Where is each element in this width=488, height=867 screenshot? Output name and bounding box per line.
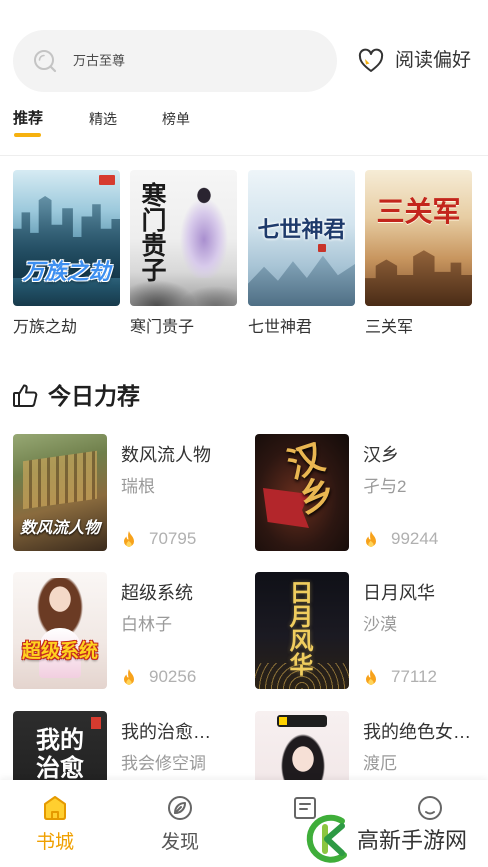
fire-icon [121, 668, 137, 686]
book-author: 沙漠 [363, 615, 397, 634]
book-card[interactable]: 日月风华 日月风华 沙漠 77112 [255, 572, 485, 690]
fire-icon [363, 668, 379, 686]
cover-title: 万族之劫 [22, 259, 111, 284]
book-cover[interactable]: 万族之劫 [13, 170, 120, 306]
book-cover[interactable]: 超级系统 [13, 572, 107, 689]
search-bar[interactable]: 万古至尊 [13, 30, 337, 92]
cover-title: 超级系统 [21, 641, 98, 662]
nav-label: 书城 [35, 832, 74, 853]
cover-seal [318, 244, 326, 252]
heat-count: 90256 [149, 667, 197, 686]
heat-count: 70795 [149, 529, 197, 548]
book-cover[interactable]: 数风流人物 [13, 434, 107, 551]
heart-icon [357, 47, 385, 75]
publisher-badge [99, 175, 115, 185]
featured-book[interactable]: 寒门贵子 寒门贵子 [130, 170, 237, 342]
search-icon [32, 48, 58, 74]
book-cover[interactable]: 寒门贵子 [130, 170, 237, 306]
section-title: 今日力荐 [48, 383, 140, 409]
book-title: 万族之劫 [13, 319, 78, 336]
search-placeholder: 万古至尊 [73, 53, 126, 68]
discover-icon [166, 794, 194, 822]
featured-book[interactable]: 七世神君 七世神君 [248, 170, 355, 342]
nav-label: 发现 [160, 832, 199, 853]
cover-illustration [23, 450, 97, 510]
watermark-logo-icon [306, 812, 354, 864]
thumbs-up-icon [12, 382, 39, 409]
cover-title: 三关军 [376, 196, 461, 227]
tab-recommend[interactable]: 推荐 [13, 107, 43, 131]
reading-preference-label: 阅读偏好 [395, 50, 472, 71]
tab-rankings[interactable]: 榜单 [162, 107, 190, 131]
cover-title: 数风流人物 [19, 520, 100, 537]
cover-illustration [365, 250, 472, 306]
book-title: 我的绝色女… [363, 722, 471, 742]
featured-book[interactable]: 三关军 三关军 [365, 170, 472, 342]
book-card[interactable]: 超级系统 超级系统 白林子 90256 [13, 572, 243, 690]
book-title: 数风流人物 [121, 445, 211, 465]
reading-preference-button[interactable]: 阅读偏好 [355, 44, 480, 78]
book-card[interactable]: 数风流人物 数风流人物 瑞根 70795 [13, 434, 243, 552]
book-author: 白林子 [121, 615, 172, 634]
publisher-logo [277, 715, 327, 727]
book-cover[interactable]: 汉乡 [255, 434, 349, 551]
bookstore-icon [41, 794, 69, 822]
cover-title: 寒门贵子 [138, 182, 167, 282]
fire-icon [121, 530, 137, 548]
heat-count: 99244 [391, 529, 439, 548]
book-title: 超级系统 [121, 583, 193, 603]
book-title: 寒门贵子 [130, 319, 195, 336]
book-title: 日月风华 [363, 583, 435, 603]
tab-selected[interactable]: 精选 [89, 107, 117, 131]
nav-item-bookstore[interactable]: 书城 [5, 780, 105, 867]
nav-item-discover[interactable]: 发现 [130, 780, 230, 867]
fire-icon [363, 530, 379, 548]
book-card[interactable]: 汉乡 汉乡 孑与2 99244 [255, 434, 485, 552]
book-title: 汉乡 [363, 445, 399, 465]
book-title: 三关军 [365, 319, 414, 336]
book-author: 瑞根 [121, 477, 155, 496]
app-screen: 万古至尊 阅读偏好 推荐 精选 榜单 万族之劫 万族之劫 寒门贵子 寒门贵子 七… [0, 0, 488, 867]
book-author: 孑与2 [363, 477, 407, 496]
active-tab-indicator [14, 133, 41, 137]
featured-book[interactable]: 万族之劫 万族之劫 [13, 170, 120, 342]
cover-illustration [178, 182, 230, 278]
watermark: 高新手游网 [306, 810, 482, 866]
cover-title: 七世神君 [257, 217, 346, 242]
book-title: 我的治愈… [121, 722, 211, 742]
book-cover[interactable]: 七世神君 [248, 170, 355, 306]
book-author: 我会修空调 [121, 754, 206, 773]
divider [0, 155, 488, 156]
book-title: 七世神君 [248, 319, 313, 336]
cover-title: 日月风华 [285, 580, 312, 676]
heat-count: 77112 [391, 667, 438, 686]
book-author: 渡厄 [363, 754, 397, 773]
book-cover[interactable]: 三关军 [365, 170, 472, 306]
cover-illustration [248, 255, 355, 306]
book-cover[interactable]: 日月风华 [255, 572, 349, 689]
watermark-text: 高新手游网 [357, 828, 468, 853]
